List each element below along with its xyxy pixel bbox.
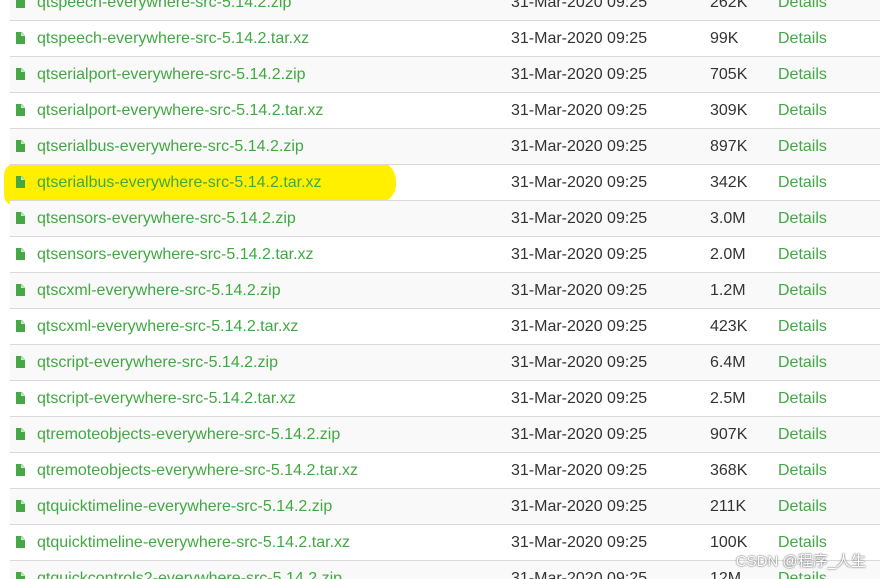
modified-date: 31-Mar-2020 09:25	[511, 462, 648, 479]
details-link[interactable]: Details	[778, 129, 827, 164]
modified-date: 31-Mar-2020 09:25	[511, 390, 648, 407]
file-icon	[16, 284, 25, 296]
file-link[interactable]: qtremoteobjects-everywhere-src-5.14.2.ta…	[37, 453, 358, 488]
table-row: qtscxml-everywhere-src-5.14.2.tar.xz 31-M…	[10, 309, 880, 345]
file-size: 705K	[710, 66, 748, 83]
details-link[interactable]: Details	[778, 417, 827, 452]
file-icon	[16, 32, 25, 44]
watermark: CSDN @程序_人生	[735, 553, 866, 570]
file-size: 907K	[710, 426, 748, 443]
file-size: 211K	[710, 498, 747, 515]
modified-date: 31-Mar-2020 09:25	[511, 318, 648, 335]
file-size: 262K	[710, 0, 748, 11]
modified-date: 31-Mar-2020 09:25	[511, 138, 648, 155]
details-link[interactable]: Details	[778, 165, 827, 200]
file-listing-viewport: qtspeech-everywhere-src-5.14.2.zip 31-Mar…	[0, 0, 880, 579]
file-icon	[16, 248, 25, 260]
file-link[interactable]: qtserialbus-everywhere-src-5.14.2.zip	[37, 129, 304, 164]
file-link[interactable]: qtquicktimeline-everywhere-src-5.14.2.zi…	[37, 489, 332, 524]
details-link[interactable]: Details	[778, 309, 827, 344]
file-size: 342K	[710, 174, 748, 191]
file-link[interactable]: qtscxml-everywhere-src-5.14.2.zip	[37, 273, 281, 308]
modified-date: 31-Mar-2020 09:25	[511, 282, 648, 299]
file-link[interactable]: qtsensors-everywhere-src-5.14.2.tar.xz	[37, 237, 314, 272]
details-link[interactable]: Details	[778, 453, 827, 488]
table-row: qtremoteobjects-everywhere-src-5.14.2.zi…	[10, 417, 880, 453]
file-size: 3.0M	[710, 210, 746, 227]
file-icon	[16, 0, 25, 8]
file-link[interactable]: qtscript-everywhere-src-5.14.2.tar.xz	[37, 381, 296, 416]
modified-date: 31-Mar-2020 09:25	[511, 66, 648, 83]
details-link[interactable]: Details	[778, 0, 827, 20]
details-link[interactable]: Details	[778, 237, 827, 272]
file-icon	[16, 572, 25, 579]
table-row: qtsensors-everywhere-src-5.14.2.tar.xz 31…	[10, 237, 880, 273]
file-icon	[16, 392, 25, 404]
modified-date: 31-Mar-2020 09:25	[511, 570, 648, 579]
details-link[interactable]: Details	[778, 93, 827, 128]
table-row: qtspeech-everywhere-src-5.14.2.zip 31-Mar…	[10, 0, 880, 21]
modified-date: 31-Mar-2020 09:25	[511, 498, 648, 515]
file-icon	[16, 428, 25, 440]
file-link[interactable]: qtquicktimeline-everywhere-src-5.14.2.ta…	[37, 525, 350, 560]
table-row: qtserialport-everywhere-src-5.14.2.tar.x…	[10, 93, 880, 129]
table-row: qtsensors-everywhere-src-5.14.2.zip 31-Ma…	[10, 201, 880, 237]
details-link[interactable]: Details	[778, 381, 827, 416]
file-icon	[16, 464, 25, 476]
modified-date: 31-Mar-2020 09:25	[511, 102, 648, 119]
table-row: qtscript-everywhere-src-5.14.2.zip 31-Mar…	[10, 345, 880, 381]
file-size: 2.0M	[710, 246, 746, 263]
file-icon	[16, 140, 25, 152]
file-link[interactable]: qtserialport-everywhere-src-5.14.2.zip	[37, 57, 306, 92]
file-table: qtspeech-everywhere-src-5.14.2.zip 31-Mar…	[10, 0, 880, 579]
file-link[interactable]: qtspeech-everywhere-src-5.14.2.tar.xz	[37, 21, 309, 56]
file-icon	[16, 500, 25, 512]
file-size: 2.5M	[710, 390, 746, 407]
modified-date: 31-Mar-2020 09:25	[511, 354, 648, 371]
file-size: 423K	[710, 318, 748, 335]
file-link[interactable]: qtquickcontrols2-everywhere-src-5.14.2.z…	[37, 561, 342, 579]
table-row: qtscxml-everywhere-src-5.14.2.zip 31-Mar-…	[10, 273, 880, 309]
details-link[interactable]: Details	[778, 489, 827, 524]
file-size: 99K	[710, 30, 739, 47]
table-row: qtserialbus-everywhere-src-5.14.2.zip 31-…	[10, 129, 880, 165]
details-link[interactable]: Details	[778, 57, 827, 92]
details-link[interactable]: Details	[778, 21, 827, 56]
details-link[interactable]: Details	[778, 201, 827, 236]
table-row: qtscript-everywhere-src-5.14.2.tar.xz 31-…	[10, 381, 880, 417]
file-icon	[16, 320, 25, 332]
details-link[interactable]: Details	[778, 345, 827, 380]
modified-date: 31-Mar-2020 09:25	[511, 210, 648, 227]
file-link[interactable]: qtspeech-everywhere-src-5.14.2.zip	[37, 0, 291, 20]
file-link[interactable]: qtserialbus-everywhere-src-5.14.2.tar.xz	[37, 165, 322, 200]
file-link[interactable]: qtremoteobjects-everywhere-src-5.14.2.zi…	[37, 417, 340, 452]
file-size: 897K	[710, 138, 748, 155]
file-link[interactable]: qtscxml-everywhere-src-5.14.2.tar.xz	[37, 309, 298, 344]
file-icon	[16, 104, 25, 116]
file-icon	[16, 212, 25, 224]
modified-date: 31-Mar-2020 09:25	[511, 426, 648, 443]
file-icon	[16, 356, 25, 368]
table-row: qtserialport-everywhere-src-5.14.2.zip 31…	[10, 57, 880, 93]
table-row: qtremoteobjects-everywhere-src-5.14.2.ta…	[10, 453, 880, 489]
file-icon	[16, 176, 25, 188]
file-link[interactable]: qtsensors-everywhere-src-5.14.2.zip	[37, 201, 296, 236]
table-row: qtserialbus-everywhere-src-5.14.2.tar.xz…	[10, 165, 880, 201]
file-size: 1.2M	[710, 282, 746, 299]
table-row: qtquicktimeline-everywhere-src-5.14.2.zi…	[10, 489, 880, 525]
modified-date: 31-Mar-2020 09:25	[511, 0, 648, 11]
file-link[interactable]: qtscript-everywhere-src-5.14.2.zip	[37, 345, 278, 380]
modified-date: 31-Mar-2020 09:25	[511, 174, 648, 191]
modified-date: 31-Mar-2020 09:25	[511, 30, 648, 47]
file-link[interactable]: qtserialport-everywhere-src-5.14.2.tar.x…	[37, 93, 323, 128]
modified-date: 31-Mar-2020 09:25	[511, 246, 648, 263]
file-icon	[16, 536, 25, 548]
file-icon	[16, 68, 25, 80]
file-size: 6.4M	[710, 354, 746, 371]
table-row: qtspeech-everywhere-src-5.14.2.tar.xz 31-…	[10, 21, 880, 57]
modified-date: 31-Mar-2020 09:25	[511, 534, 648, 551]
file-size: 368K	[710, 462, 748, 479]
details-link[interactable]: Details	[778, 273, 827, 308]
file-size: 309K	[710, 102, 748, 119]
